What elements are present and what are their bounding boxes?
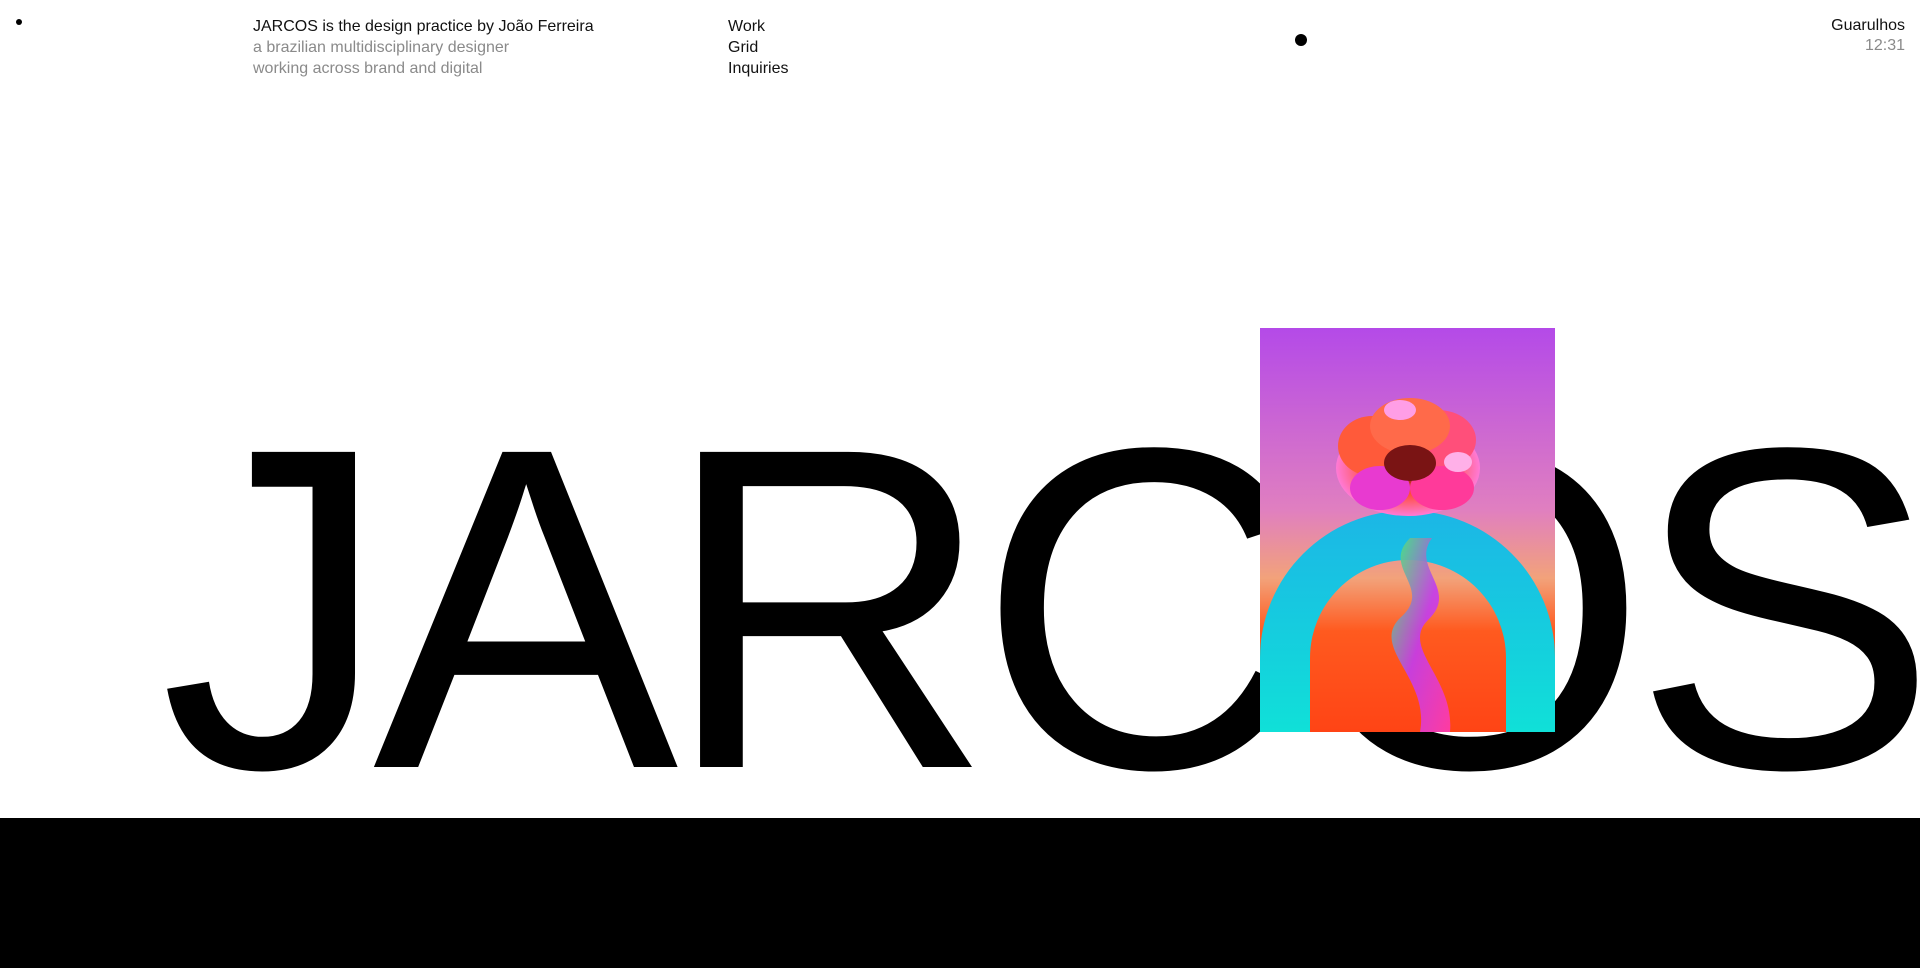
intro-text: JARCOS is the design practice by João Fe…	[253, 16, 594, 79]
nav-inquiries[interactable]: Inquiries	[728, 58, 788, 79]
flower-artwork-icon[interactable]	[1260, 328, 1555, 732]
menu-dot-icon[interactable]	[16, 19, 22, 25]
page: JARCOS is the design practice by João Fe…	[0, 0, 1920, 968]
location-time: 12:31	[1864, 37, 1905, 54]
intro-line-1: JARCOS is the design practice by João Fe…	[253, 18, 594, 35]
location-city: Guarulhos	[1831, 17, 1905, 34]
nav-work[interactable]: Work	[728, 16, 788, 37]
intro-line-2: a brazilian multidisciplinary designer	[253, 39, 510, 56]
footer-band	[0, 818, 1920, 968]
intro-line-3: working across brand and digital	[253, 60, 483, 77]
cursor-dot-icon	[1295, 34, 1307, 46]
location-clock: Guarulhos 12:31	[1831, 16, 1905, 56]
nav-grid[interactable]: Grid	[728, 37, 788, 58]
main-nav: Work Grid Inquiries	[728, 16, 788, 79]
hero-wordmark: JARCOS	[160, 353, 1920, 865]
